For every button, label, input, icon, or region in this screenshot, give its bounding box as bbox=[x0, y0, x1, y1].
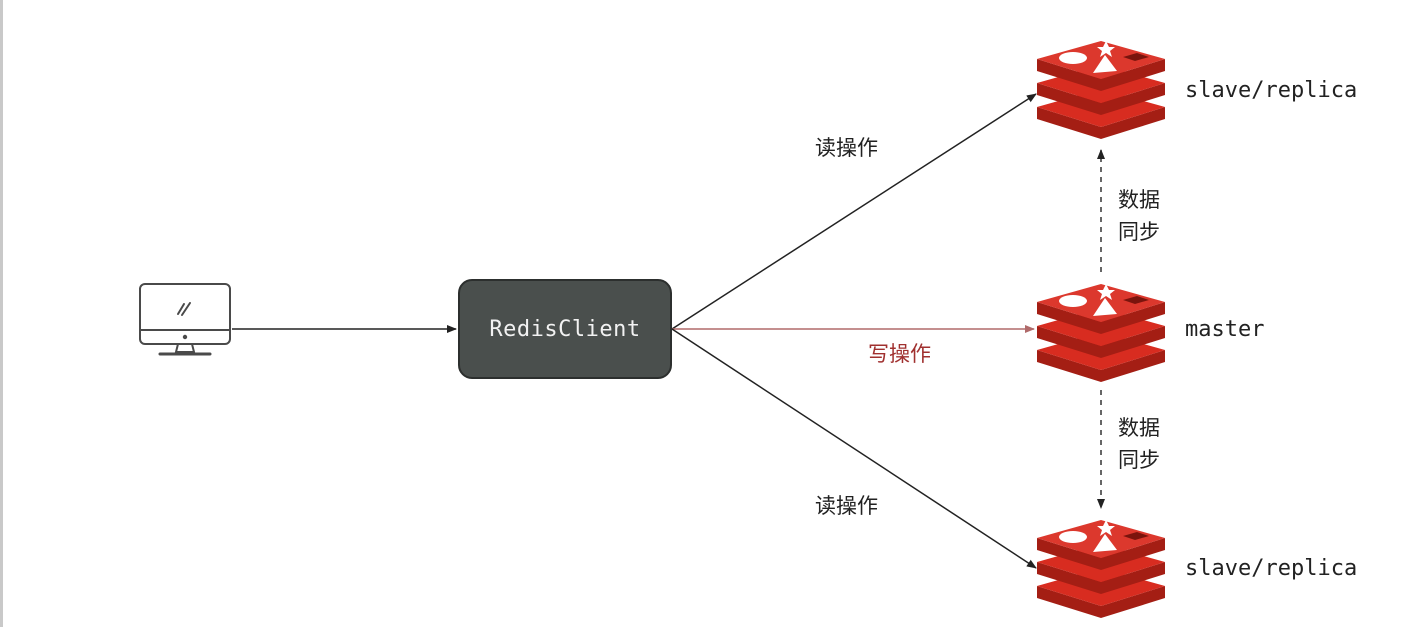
sync-label-upper-line2: 同步 bbox=[1118, 220, 1160, 244]
redis-logo-icon-slave-bottom bbox=[1037, 520, 1165, 618]
redis-client-label: RedisClient bbox=[489, 316, 641, 342]
redis-logo-icon-slave-top bbox=[1037, 41, 1165, 139]
read-arrow-bottom bbox=[671, 328, 1037, 569]
read-op-label-top: 读操作 bbox=[815, 136, 878, 160]
write-op-label: 写操作 bbox=[868, 342, 931, 366]
sync-label-lower-line2: 同步 bbox=[1118, 448, 1160, 472]
redis-client-box: RedisClient bbox=[458, 279, 672, 379]
master-label: master bbox=[1185, 317, 1265, 342]
slave-top-label: slave/replica bbox=[1185, 78, 1358, 103]
sync-label-lower: 数据 同步 bbox=[1109, 412, 1169, 476]
architecture-diagram: RedisClient slave/replica master slave/r… bbox=[0, 0, 1418, 627]
read-op-label-bottom: 读操作 bbox=[815, 494, 878, 518]
sync-label-upper: 数据 同步 bbox=[1109, 184, 1169, 248]
sync-label-lower-line1: 数据 bbox=[1118, 416, 1160, 440]
slave-bottom-label: slave/replica bbox=[1185, 556, 1358, 581]
redis-logo-icon-master bbox=[1037, 284, 1165, 382]
desktop-monitor-icon bbox=[139, 283, 231, 356]
sync-label-upper-line1: 数据 bbox=[1118, 188, 1160, 212]
read-arrow-top bbox=[671, 93, 1037, 330]
